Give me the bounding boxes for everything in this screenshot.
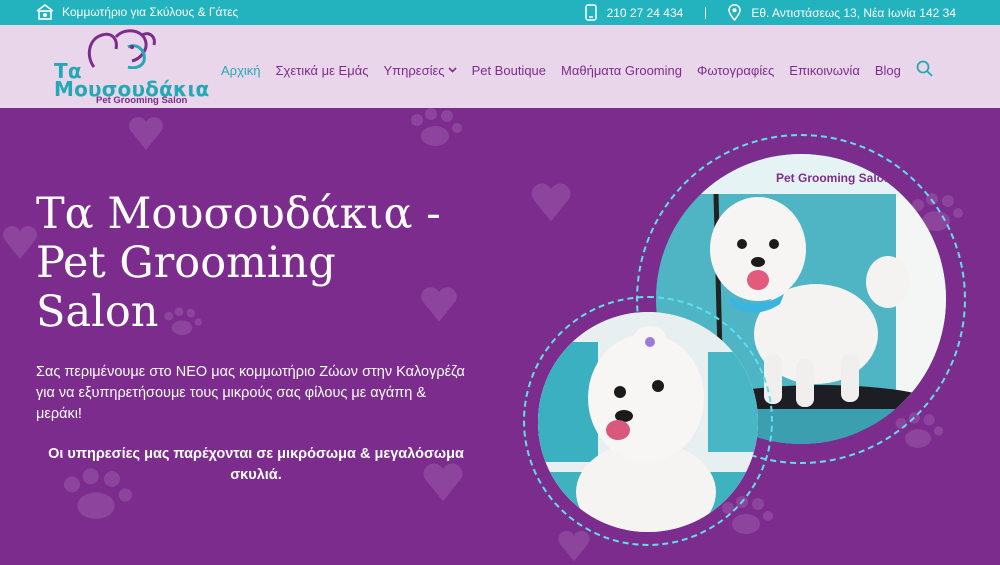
hero-title: Τα Μουσουδάκια - Pet Grooming Salon [36, 189, 441, 337]
divider [705, 6, 707, 19]
site-logo[interactable]: Τα Μουσουδάκια Pet Grooming Salon [54, 29, 209, 106]
hero-highlight: Οι υπηρεσίες μας παρέχονται σε μικρόσωμα… [48, 446, 464, 483]
chevron-down-icon [447, 67, 457, 73]
top-bar-right: 210 27 24 434 Εθ. Αντιστάσεως 13, Νέα Ιω… [584, 4, 956, 21]
tagline: Κομμωτήριο για Σκύλους & Γάτες [62, 5, 239, 19]
location-pin-icon [728, 4, 742, 21]
logo-title: Τα Μουσουδάκια [54, 61, 209, 99]
heart-icon [531, 183, 571, 222]
site-header: Τα Μουσουδάκια Pet Grooming Salon Αρχική… [0, 25, 1000, 108]
nav-item-photos[interactable]: Φωτογραφίες [697, 63, 774, 78]
nav-item-blog[interactable]: Blog [875, 63, 901, 78]
search-icon [916, 60, 933, 77]
nav-item-boutique[interactable]: Pet Boutique [472, 63, 546, 78]
nav-item-grooming-lessons[interactable]: Μαθήματα Grooming [561, 63, 682, 78]
nav-item-contact[interactable]: Επικοινωνία [789, 63, 860, 78]
phone-link[interactable]: 210 27 24 434 [607, 6, 684, 20]
nav-item-services-label: Υπηρεσίες [383, 62, 445, 78]
top-bar-left: Κομμωτήριο για Σκύλους & Γάτες [36, 4, 238, 20]
heart-icon [558, 530, 590, 562]
nav-item-services[interactable]: Υπηρεσίες [384, 63, 457, 78]
heart-icon [129, 117, 163, 150]
search-button[interactable] [916, 60, 933, 80]
nav-item-about[interactable]: Σχετικά με Εμάς [276, 63, 369, 78]
nav-item-home[interactable]: Αρχική [221, 63, 261, 78]
top-bar: Κομμωτήριο για Σκύλους & Γάτες 210 27 24… [0, 0, 1000, 25]
dog-photo-small [538, 312, 758, 532]
phone-icon [584, 4, 597, 21]
heart-icon [3, 226, 37, 259]
pet-house-icon [36, 4, 54, 20]
hero-description: Σας περιμένουμε στο ΝΕΟ μας κομμωτήριο Ζ… [36, 364, 465, 422]
main-nav: Αρχική Σχετικά με Εμάς Υπηρεσίες Pet Bou… [221, 60, 933, 80]
logo-subtitle: Pet Grooming Salon [96, 95, 188, 106]
paw-print-icon [411, 108, 462, 146]
hero-section: Τα Μουσουδάκια - Pet Grooming Salon Σας … [0, 108, 1000, 565]
maltese-closeup-image [538, 312, 758, 532]
address-link[interactable]: Εθ. Αντιστάσεως 13, Νέα Ιωνία 142 34 [751, 6, 956, 20]
photo-sign-text: Pet Grooming Salon [776, 171, 891, 185]
